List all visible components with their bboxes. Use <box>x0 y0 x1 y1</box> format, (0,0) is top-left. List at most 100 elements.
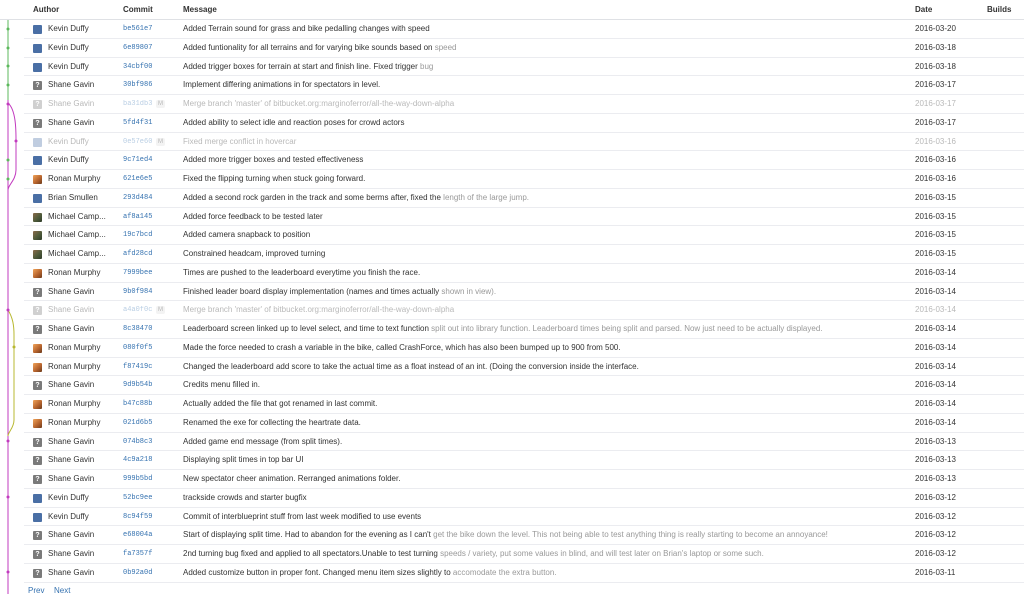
commit-hash-link[interactable]: 7999bee <box>123 264 152 282</box>
commit-author[interactable]: Shane Gavin <box>48 526 94 544</box>
commit-author[interactable]: Ronan Murphy <box>48 358 100 376</box>
commit-author[interactable]: Shane Gavin <box>48 433 94 451</box>
commit-hash-link[interactable]: 4c9a218 <box>123 451 152 469</box>
commit-message[interactable]: Merge branch 'master' of bitbucket.org:m… <box>183 95 913 113</box>
commit-author[interactable]: Shane Gavin <box>48 76 94 94</box>
commit-author[interactable]: Shane Gavin <box>48 470 94 488</box>
commit-row[interactable]: Kevin Duffy 9c71ed4 Added more trigger box… <box>24 151 1024 170</box>
commit-row[interactable]: Michael Camp... afd28cd Constrained headca… <box>24 245 1024 264</box>
commit-message[interactable]: Added funtionality for all terrains and … <box>183 39 913 57</box>
commit-author[interactable]: Michael Camp... <box>48 226 106 244</box>
commit-hash-link[interactable]: 0e57e60 <box>123 133 152 151</box>
commit-row[interactable]: ? Shane Gavin 4c9a218 Displaying split time… <box>24 451 1024 470</box>
commit-author[interactable]: Shane Gavin <box>48 283 94 301</box>
commit-author[interactable]: Shane Gavin <box>48 564 94 582</box>
commit-message[interactable]: Renamed the exe for collecting the heart… <box>183 414 913 432</box>
commit-hash-link[interactable]: fa7357f <box>123 545 152 563</box>
commit-hash-link[interactable]: be561e7 <box>123 20 152 38</box>
commit-author[interactable]: Kevin Duffy <box>48 489 89 507</box>
commit-row[interactable]: ? Shane Gavin 8c38470 Leaderboard screen li… <box>24 320 1024 339</box>
commit-hash-link[interactable]: 0b92a0d <box>123 564 152 582</box>
pager-prev-link[interactable]: Prev <box>28 586 44 594</box>
commit-hash-link[interactable]: 9d9b54b <box>123 376 152 394</box>
commit-author[interactable]: Michael Camp... <box>48 245 106 263</box>
commit-hash-link[interactable]: 6e89807 <box>123 39 152 57</box>
commit-message[interactable]: Added game end message (from split times… <box>183 433 913 451</box>
commit-message[interactable]: Actually added the file that got renamed… <box>183 395 913 413</box>
commit-row[interactable]: Kevin Duffy 8c94f59 Commit of interbluepri… <box>24 508 1024 527</box>
commit-message[interactable]: Constrained headcam, improved turning <box>183 245 913 263</box>
commit-row[interactable]: ? Shane Gavin 0b92a0d Added customize butto… <box>24 564 1024 583</box>
commit-message[interactable]: Fixed merge conflict in hovercar <box>183 133 913 151</box>
commit-author[interactable]: Shane Gavin <box>48 95 94 113</box>
commit-author[interactable]: Brian Smullen <box>48 189 98 207</box>
commit-message[interactable]: Leaderboard screen linked up to level se… <box>183 320 913 338</box>
commit-message[interactable]: Added camera snapback to position <box>183 226 913 244</box>
commit-author[interactable]: Shane Gavin <box>48 301 94 319</box>
commit-hash-link[interactable]: 080f0f5 <box>123 339 152 357</box>
commit-hash-link[interactable]: af8a145 <box>123 208 152 226</box>
commit-hash-link[interactable]: 19c7bcd <box>123 226 152 244</box>
commit-author[interactable]: Shane Gavin <box>48 451 94 469</box>
commit-message[interactable]: Added a second rock garden in the track … <box>183 189 913 207</box>
commit-row[interactable]: ? Shane Gavin 074b8c3 Added game end messag… <box>24 433 1024 452</box>
commit-row[interactable]: Ronan Murphy 021d6b5 Renamed the exe for c… <box>24 414 1024 433</box>
commit-row[interactable]: Ronan Murphy f87419c Changed the leaderboa… <box>24 358 1024 377</box>
commit-hash-link[interactable]: 8c38470 <box>123 320 152 338</box>
commit-message[interactable]: Added more trigger boxes and tested effe… <box>183 151 913 169</box>
commit-message[interactable]: Finished leader board display implementa… <box>183 283 913 301</box>
commit-message[interactable]: Implement differing animations in for sp… <box>183 76 913 94</box>
commit-message[interactable]: Added Terrain sound for grass and bike p… <box>183 20 913 38</box>
commit-author[interactable]: Shane Gavin <box>48 545 94 563</box>
commit-author[interactable]: Ronan Murphy <box>48 395 100 413</box>
pager-next-link[interactable]: Next <box>54 586 70 594</box>
commit-hash-link[interactable]: 52bc9ee <box>123 489 152 507</box>
commit-author[interactable]: Ronan Murphy <box>48 264 100 282</box>
commit-author[interactable]: Kevin Duffy <box>48 508 89 526</box>
commit-row[interactable]: ? Shane Gavin fa7357f 2nd turning bug fixed… <box>24 545 1024 564</box>
commit-message[interactable]: Added force feedback to be tested later <box>183 208 913 226</box>
commit-author[interactable]: Kevin Duffy <box>48 20 89 38</box>
commit-hash-link[interactable]: 30bf986 <box>123 76 152 94</box>
commit-hash-link[interactable]: 999b5bd <box>123 470 152 488</box>
commit-row[interactable]: Ronan Murphy 7999bee Times are pushed to t… <box>24 264 1024 283</box>
commit-hash-link[interactable]: 5fd4f31 <box>123 114 152 132</box>
commit-author[interactable]: Kevin Duffy <box>48 133 89 151</box>
commit-message[interactable]: New spectator cheer animation. Rerranged… <box>183 470 913 488</box>
commit-author[interactable]: Ronan Murphy <box>48 414 100 432</box>
commit-row[interactable]: ? Shane Gavin 9b0f984 Finished leader board… <box>24 283 1024 302</box>
commit-row[interactable]: Kevin Duffy 52bc9ee trackside crowds and s… <box>24 489 1024 508</box>
commit-row[interactable]: Michael Camp... af8a145 Added force feedba… <box>24 208 1024 227</box>
commit-row[interactable]: ? Shane Gavin ba31db3 M Merge branch 'master… <box>24 95 1024 114</box>
commit-row[interactable]: ? Shane Gavin 999b5bd New spectator cheer a… <box>24 470 1024 489</box>
commit-message[interactable]: Added customize button in proper font. C… <box>183 564 913 582</box>
commit-row[interactable]: Kevin Duffy 34cbf00 Added trigger boxes fo… <box>24 58 1024 77</box>
commit-author[interactable]: Michael Camp... <box>48 208 106 226</box>
commit-author[interactable]: Shane Gavin <box>48 376 94 394</box>
commit-hash-link[interactable]: 9b0f984 <box>123 283 152 301</box>
commit-hash-link[interactable]: afd28cd <box>123 245 152 263</box>
commit-author[interactable]: Shane Gavin <box>48 114 94 132</box>
commit-message[interactable]: trackside crowds and starter bugfix <box>183 489 913 507</box>
commit-hash-link[interactable]: b47c88b <box>123 395 152 413</box>
commit-author[interactable]: Shane Gavin <box>48 320 94 338</box>
commit-hash-link[interactable]: a4a0f0c <box>123 301 152 319</box>
commit-hash-link[interactable]: 621e6e5 <box>123 170 152 188</box>
commit-row[interactable]: Brian Smullen 293d484 Added a second rock … <box>24 189 1024 208</box>
commit-message[interactable]: Start of displaying split time. Had to a… <box>183 526 913 544</box>
commit-message[interactable]: Added ability to select idle and reactio… <box>183 114 913 132</box>
commit-message[interactable]: Displaying split times in top bar UI <box>183 451 913 469</box>
commit-message[interactable]: Added trigger boxes for terrain at start… <box>183 58 913 76</box>
commit-row[interactable]: Kevin Duffy be561e7 Added Terrain sound fo… <box>24 20 1024 39</box>
commit-message[interactable]: Times are pushed to the leaderboard ever… <box>183 264 913 282</box>
commit-author[interactable]: Kevin Duffy <box>48 39 89 57</box>
commit-row[interactable]: ? Shane Gavin 30bf986 Implement differing a… <box>24 76 1024 95</box>
commit-message[interactable]: Changed the leaderboard add score to tak… <box>183 358 913 376</box>
commit-hash-link[interactable]: e68004a <box>123 526 152 544</box>
commit-hash-link[interactable]: 074b8c3 <box>123 433 152 451</box>
commit-row[interactable]: ? Shane Gavin a4a0f0c M Merge branch 'master… <box>24 301 1024 320</box>
commit-hash-link[interactable]: ba31db3 <box>123 95 152 113</box>
commit-hash-link[interactable]: 9c71ed4 <box>123 151 152 169</box>
commit-author[interactable]: Ronan Murphy <box>48 339 100 357</box>
commit-row[interactable]: ? Shane Gavin 5fd4f31 Added ability to sele… <box>24 114 1024 133</box>
